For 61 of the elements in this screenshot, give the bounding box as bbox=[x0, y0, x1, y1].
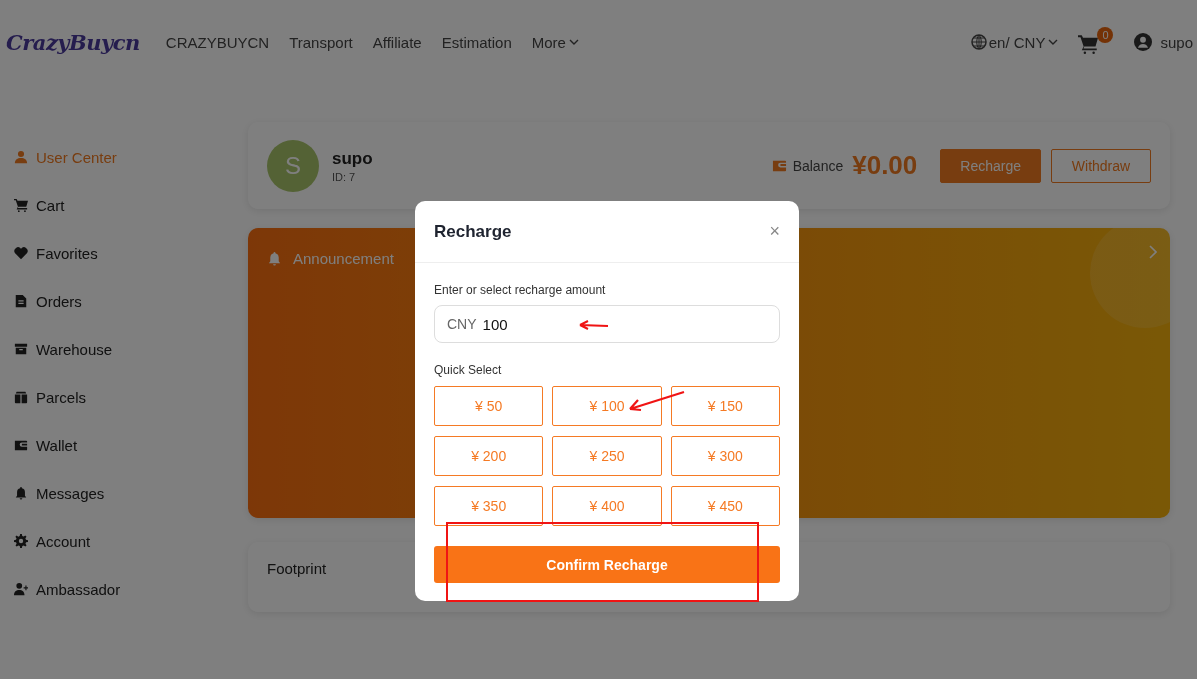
confirm-recharge-button[interactable]: Confirm Recharge bbox=[434, 546, 780, 583]
user-icon bbox=[14, 150, 28, 164]
sidebar-item[interactable]: Cart bbox=[0, 181, 248, 229]
wallet-icon bbox=[771, 158, 787, 173]
bell-icon bbox=[14, 486, 28, 500]
bell-icon bbox=[267, 251, 282, 266]
user-id: ID: 7 bbox=[332, 170, 357, 183]
avatar: S bbox=[267, 139, 319, 192]
add-user-icon bbox=[14, 582, 28, 596]
sidebar-item[interactable]: Orders bbox=[0, 277, 248, 325]
dialog-title: Recharge bbox=[434, 221, 512, 242]
cart-count-badge: 0 bbox=[1097, 27, 1114, 43]
amount-option[interactable]: ¥ 250 bbox=[552, 436, 662, 476]
balance-label: Balance bbox=[792, 157, 844, 174]
sidebar-item[interactable]: Ambassador bbox=[0, 565, 248, 613]
amount-option[interactable]: ¥ 450 bbox=[670, 486, 780, 526]
document-icon bbox=[14, 294, 28, 308]
close-button[interactable]: × bbox=[769, 221, 780, 242]
locale-selector[interactable]: en/ CNY bbox=[970, 33, 1059, 51]
gear-icon bbox=[14, 534, 28, 548]
amount-input-field[interactable]: CNY 100 bbox=[434, 305, 780, 343]
wallet-icon bbox=[14, 438, 28, 452]
amount-option[interactable]: ¥ 50 bbox=[434, 386, 544, 426]
withdraw-button[interactable]: Withdraw bbox=[1051, 148, 1151, 183]
gift-icon bbox=[14, 390, 28, 404]
sidebar-item[interactable]: Parcels bbox=[0, 373, 248, 421]
nav-link[interactable]: Transport bbox=[289, 33, 353, 51]
amount-option[interactable]: ¥ 200 bbox=[434, 436, 544, 476]
amount-option[interactable]: ¥ 100 bbox=[552, 386, 662, 426]
balance-amount: ¥0.00 bbox=[852, 150, 918, 181]
sidebar-item[interactable]: Favorites bbox=[0, 229, 248, 277]
amount-option[interactable]: ¥ 300 bbox=[670, 436, 780, 476]
cart-icon[interactable] bbox=[1078, 34, 1099, 54]
sidebar-item[interactable]: Wallet bbox=[0, 421, 248, 469]
footprint-title: Footprint bbox=[267, 560, 327, 577]
amount-option[interactable]: ¥ 400 bbox=[552, 486, 662, 526]
globe-icon bbox=[970, 34, 987, 50]
chevron-icon bbox=[1048, 39, 1059, 45]
sidebar-item[interactable]: Warehouse bbox=[0, 325, 248, 373]
annotation-arrow bbox=[626, 390, 686, 412]
sidebar-item[interactable]: Messages bbox=[0, 469, 248, 517]
chevron-icon bbox=[568, 39, 579, 45]
quick-select-label: Quick Select bbox=[434, 363, 503, 377]
nav-link[interactable]: Affiliate bbox=[372, 33, 422, 51]
user-avatar-icon[interactable] bbox=[1134, 33, 1153, 51]
amount-label: Enter or select recharge amount bbox=[434, 283, 607, 297]
amount-option[interactable]: ¥ 150 bbox=[670, 386, 780, 426]
user-name: supo bbox=[332, 148, 373, 169]
amount-option[interactable]: ¥ 350 bbox=[434, 486, 544, 526]
user-name[interactable]: supo bbox=[1160, 33, 1193, 51]
logo[interactable]: CrazyBuycn bbox=[6, 29, 140, 55]
nav-link[interactable]: Estimation bbox=[441, 33, 512, 51]
announcement-title: Announcement bbox=[293, 250, 394, 267]
sidebar-item[interactable]: User Center bbox=[0, 133, 248, 181]
heart-icon bbox=[14, 246, 28, 260]
nav-link[interactable]: CRAZYBUYCN bbox=[165, 33, 270, 51]
nav-link[interactable]: More bbox=[531, 33, 579, 51]
recharge-button[interactable]: Recharge bbox=[940, 148, 1041, 183]
cart-icon bbox=[14, 198, 28, 212]
archive-icon bbox=[14, 342, 28, 356]
sidebar-item[interactable]: Account bbox=[0, 517, 248, 565]
